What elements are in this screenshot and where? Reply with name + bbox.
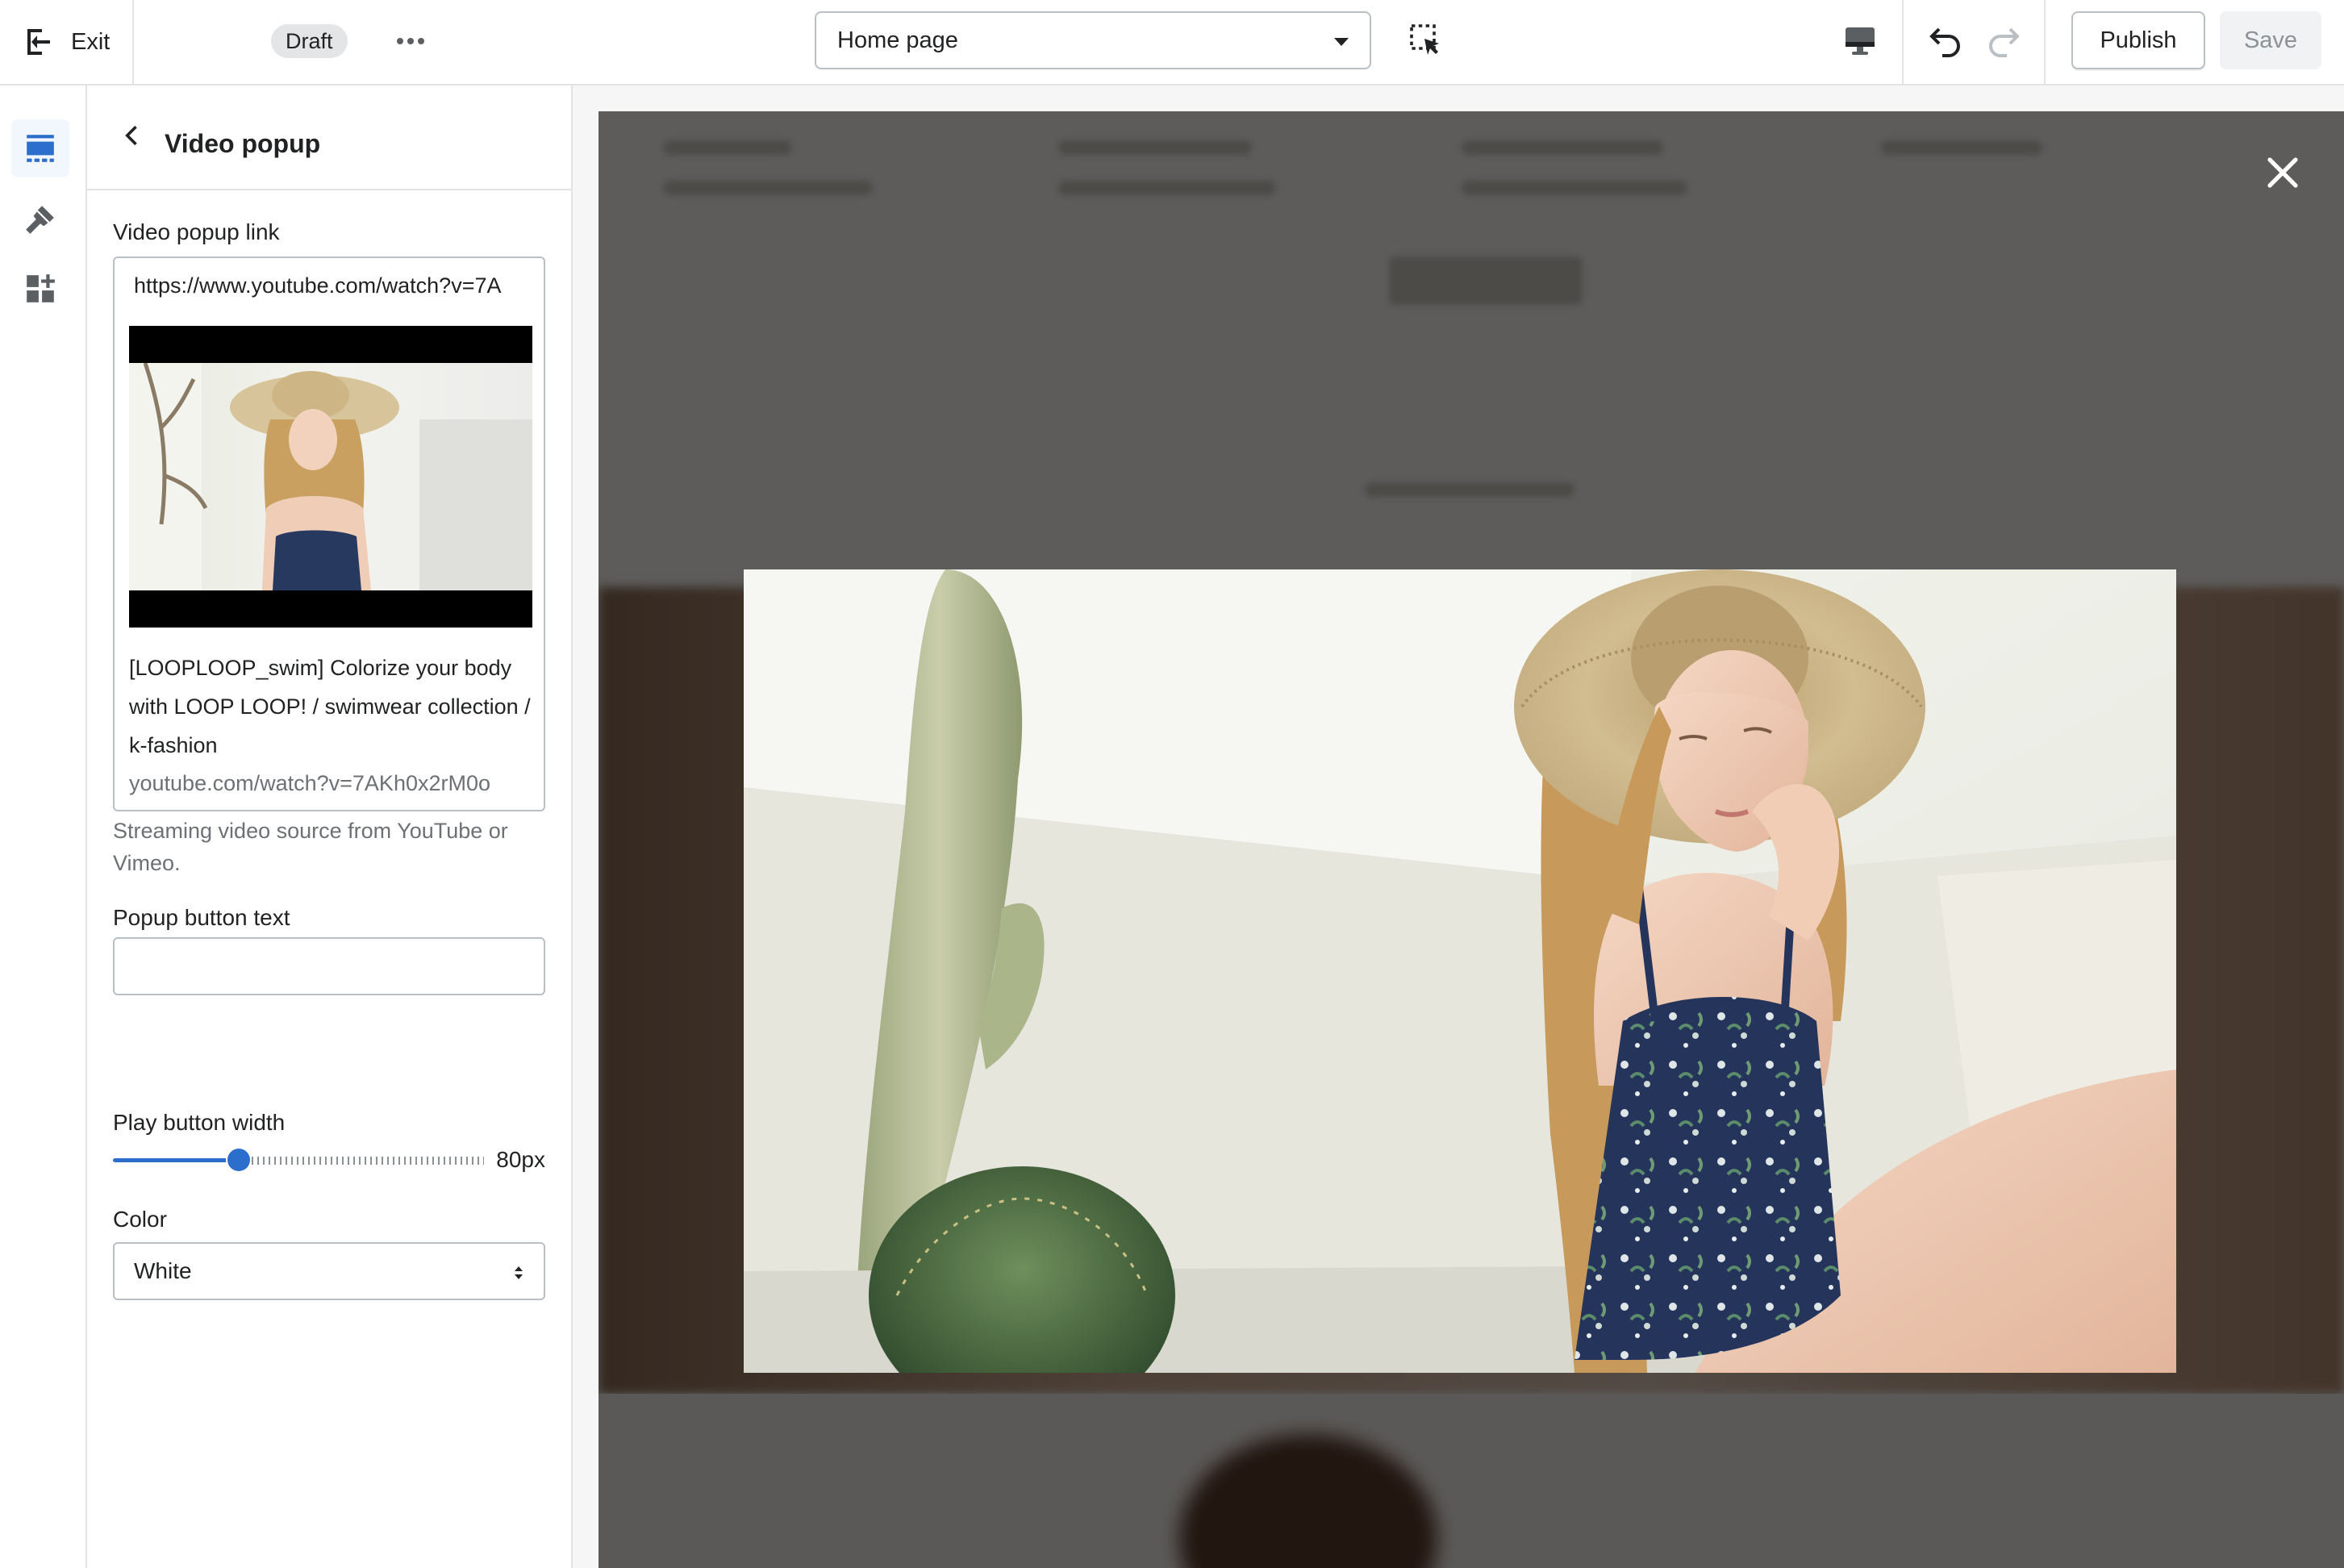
color-select-value: White: [134, 1258, 192, 1283]
popup-button-text-label: Popup button text: [113, 905, 290, 930]
panel-title: Video popup: [165, 129, 321, 158]
sections-tab[interactable]: [11, 119, 69, 177]
template-select[interactable]: Home page: [815, 11, 1371, 69]
top-bar: Exit Draft Home page Publish Save: [0, 0, 2344, 85]
panel-header: Video popup: [87, 85, 571, 190]
more-horizontal-icon: [407, 38, 414, 44]
video-link-input[interactable]: https://www.youtube.com/watch?v=7A: [113, 256, 545, 315]
color-select[interactable]: White: [113, 1242, 545, 1300]
chevron-left-icon[interactable]: [118, 121, 147, 150]
slider-track-filled: [113, 1158, 239, 1162]
exit-icon: [27, 29, 50, 55]
popup-button-text-input[interactable]: [113, 937, 545, 995]
video-player[interactable]: [744, 569, 2176, 1373]
sections-icon: [27, 135, 54, 162]
desktop-icon[interactable]: [1842, 23, 1878, 58]
preview-canvas: [573, 85, 2344, 1568]
caret-down-icon: [1334, 38, 1349, 46]
settings-panel: Video popup Video popup link https://www…: [87, 85, 573, 1568]
video-preview-url: youtube.com/watch?v=7AKh0x2rM0o: [129, 771, 491, 795]
color-label: Color: [113, 1207, 167, 1232]
video-link-help-text: Streaming video source from YouTube or V…: [113, 819, 508, 875]
apps-tab[interactable]: [11, 260, 69, 318]
topbar-divider: [1902, 0, 1904, 85]
slider-track-ticks: [252, 1157, 484, 1165]
thumbnail-image: [129, 363, 532, 590]
topbar-divider: [132, 0, 134, 85]
redo-icon: [1989, 27, 2020, 57]
select-inspector-icon[interactable]: [1408, 23, 1444, 58]
left-rail: [0, 85, 87, 1568]
exit-button[interactable]: Exit: [23, 21, 110, 63]
exit-label: Exit: [71, 28, 111, 55]
topbar-divider: [2044, 0, 2046, 85]
more-actions-button[interactable]: [392, 24, 429, 58]
select-arrows-icon: [515, 1266, 523, 1279]
play-button-width-value: 80px: [496, 1147, 545, 1172]
theme-settings-tab[interactable]: [11, 190, 69, 248]
undo-icon[interactable]: [1926, 21, 1965, 60]
close-icon[interactable]: [2263, 153, 2302, 192]
publish-button[interactable]: Publish: [2071, 11, 2205, 69]
slider-handle[interactable]: [227, 1149, 250, 1171]
apps-icon: [27, 274, 55, 302]
video-preview-card[interactable]: [LOOPLOOP_swim] Colorize your body with …: [113, 313, 545, 811]
paint-brush-icon: [26, 206, 54, 234]
video-thumbnail: [129, 326, 532, 628]
play-button-width-label: Play button width: [113, 1110, 286, 1135]
template-select-value: Home page: [837, 27, 958, 53]
save-button: Save: [2220, 11, 2321, 69]
video-frame-image: [744, 569, 2176, 1373]
video-preview-title: [LOOPLOOP_swim] Colorize your body with …: [129, 656, 531, 757]
video-link-label: Video popup link: [113, 219, 280, 244]
more-horizontal-icon: [418, 38, 424, 44]
status-badge: Draft: [271, 24, 348, 58]
storefront-preview: [599, 111, 2344, 1568]
play-button-width-slider[interactable]: [113, 1144, 484, 1176]
more-horizontal-icon: [397, 38, 403, 44]
